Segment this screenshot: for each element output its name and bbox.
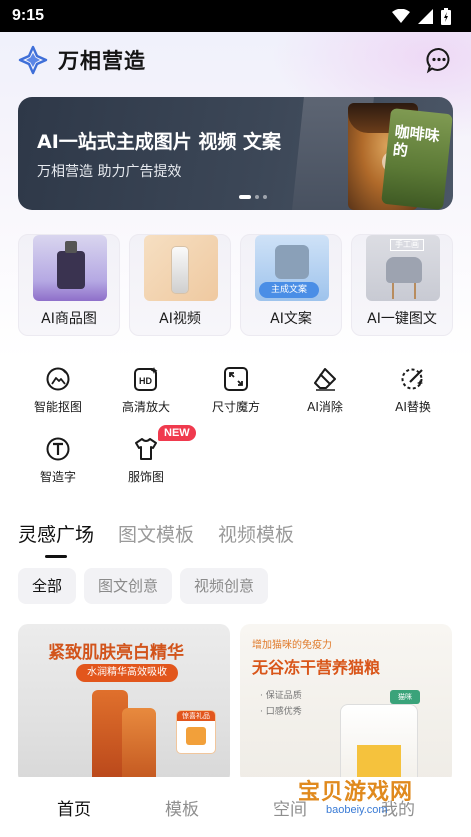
card-title: 无谷冻干营养猫粮 xyxy=(252,658,381,677)
tool-label: 服饰图 xyxy=(127,470,164,484)
feature-card-ai-copywriting[interactable]: 主成文案 AI文案 xyxy=(240,234,342,336)
tab-video-templates[interactable]: 视频模板 xyxy=(218,520,294,547)
card-pill: 水润精华高效吸收 xyxy=(76,664,178,682)
status-time: 9:15 xyxy=(12,7,45,24)
active-tab-indicator xyxy=(45,555,67,558)
banner-subtitle: 万相营造 助力广告提效 xyxy=(37,164,182,180)
banner-pagination xyxy=(239,195,267,199)
tool-label: 高清放大 xyxy=(121,400,170,414)
card-title: 紧致肌肤亮白精华 xyxy=(48,643,184,663)
tool-ai-replace[interactable]: AI替换 xyxy=(373,366,453,415)
tab-image-templates[interactable]: 图文模板 xyxy=(118,520,194,547)
nav-templates[interactable]: 模板 xyxy=(128,795,236,820)
tool-apparel-image[interactable]: 服饰图 xyxy=(106,436,186,485)
tool-label: 尺寸魔方 xyxy=(211,400,260,414)
promo-banner[interactable]: AI一站式主成图片 视频 文案 万相营造 助力广告提效 咖啡味的 xyxy=(18,97,453,210)
feature-label: AI文案 xyxy=(270,311,312,327)
feature-label: AI商品图 xyxy=(41,311,97,327)
inspiration-feed: 紧致肌肤亮白精华 水润精华高效吸收 惊喜礼品 增加猫咪的免疫力 无谷冻干营养猫粮… xyxy=(18,624,453,784)
bottle-thumbnail xyxy=(144,235,218,301)
section-tabs: 灵感广场 图文模板 视频模板 xyxy=(18,520,294,547)
app-header: 万相营造 xyxy=(0,40,471,80)
filter-all[interactable]: 全部 xyxy=(18,568,77,604)
inspiration-card-cat-food[interactable]: 增加猫咪的免疫力 无谷冻干营养猫粮 · 保证品质 · 口感优秀 猫咪 xyxy=(240,624,452,784)
battery-icon xyxy=(441,7,451,25)
filter-video-creative[interactable]: 视频创意 xyxy=(180,568,269,604)
pagination-dot-active xyxy=(239,195,251,199)
card-bullet: · 保证品质 xyxy=(260,691,302,701)
wanxiang-logo-icon xyxy=(18,45,48,75)
cell-signal-icon xyxy=(418,8,433,24)
banner-card-text: 咖啡味的 xyxy=(391,122,441,160)
cat-food-thumbnail: 主成文案 xyxy=(255,235,329,301)
filter-chips: 全部 图文创意 视频创意 xyxy=(18,568,269,604)
tshirt-icon xyxy=(135,438,157,460)
tool-smart-cutout[interactable]: 智能抠图 xyxy=(18,366,98,415)
text-t-icon xyxy=(46,437,70,461)
tool-resize[interactable]: 尺寸魔方 xyxy=(196,366,276,415)
app-title: 万相营造 xyxy=(58,49,146,73)
tool-label: AI替换 xyxy=(395,400,431,414)
watermark-text: 宝贝游戏网 xyxy=(298,780,414,805)
filter-image-creative[interactable]: 图文创意 xyxy=(84,568,173,604)
feature-card-ai-video[interactable]: AI视频 xyxy=(129,234,231,336)
pagination-dot xyxy=(255,195,259,199)
eraser-icon xyxy=(314,368,336,391)
tab-inspiration[interactable]: 灵感广场 xyxy=(18,520,94,547)
new-badge: NEW xyxy=(158,425,196,441)
tool-label: 智能抠图 xyxy=(33,400,82,414)
resize-icon xyxy=(224,367,248,391)
feature-card-ai-product-image[interactable]: AI商品图 xyxy=(18,234,120,336)
smart-cutout-icon xyxy=(46,367,70,391)
status-icons xyxy=(392,7,451,25)
tool-label: AI消除 xyxy=(307,400,343,414)
banner-product-card: 咖啡味的 xyxy=(381,108,453,210)
chat-bubble-icon[interactable] xyxy=(425,46,453,74)
tool-label: 智造字 xyxy=(39,470,76,484)
banner-title: AI一站式主成图片 视频 文案 xyxy=(37,131,282,153)
chair-thumbnail: 手工画 xyxy=(366,235,440,301)
gift-label: 惊喜礼品 xyxy=(177,711,215,721)
svg-text:HD: HD xyxy=(139,376,152,386)
thumb-tag: 手工画 xyxy=(390,239,424,251)
card-stamp: 猫咪 xyxy=(390,690,420,704)
hd-upscale-icon: HD xyxy=(134,367,158,391)
feature-card-ai-one-click[interactable]: 手工画 AI一键图文 xyxy=(351,234,453,336)
wifi-icon xyxy=(392,9,410,23)
site-watermark: 宝贝游戏网 baobeiy.com xyxy=(298,770,448,830)
feature-cards: AI商品图 AI视频 主成文案 AI文案 手工画 AI一键图文 xyxy=(18,234,453,336)
inspiration-card-serum[interactable]: 紧致肌肤亮白精华 水润精华高效吸收 惊喜礼品 xyxy=(18,624,230,784)
card-bullet: · 口感优秀 xyxy=(260,707,302,717)
magic-wand-icon xyxy=(401,368,423,390)
nav-home[interactable]: 首页 xyxy=(20,795,128,820)
perfume-thumbnail xyxy=(33,235,107,301)
thumb-tag: 主成文案 xyxy=(259,282,319,298)
status-bar: 9:15 xyxy=(0,0,471,32)
watermark-url: baobeiy.com xyxy=(326,804,388,816)
feature-label: AI一键图文 xyxy=(367,311,437,327)
pagination-dot xyxy=(263,195,267,199)
serum-bottle-image xyxy=(122,708,156,784)
tool-ai-erase[interactable]: AI消除 xyxy=(285,366,365,415)
feature-label: AI视频 xyxy=(159,311,201,327)
tool-smart-text[interactable]: 智造字 xyxy=(18,436,98,485)
card-subtitle: 增加猫咪的免疫力 xyxy=(252,640,332,651)
tool-hd-upscale[interactable]: HD 高清放大 xyxy=(106,366,186,415)
gift-box-image: 惊喜礼品 xyxy=(176,710,216,754)
